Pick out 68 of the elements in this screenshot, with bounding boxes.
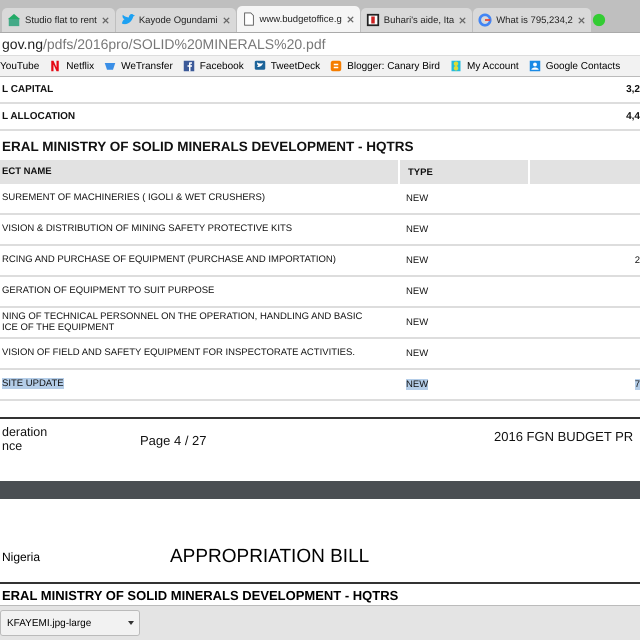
bookmark-icon <box>49 60 62 72</box>
total-label: L CAPITAL <box>2 84 54 95</box>
page-number: Page 4 / 27 <box>140 432 208 448</box>
tab-favicon-icon <box>242 12 256 26</box>
tab-favicon-icon <box>592 13 606 27</box>
table-cell: VISION & DISTRIBUTION OF MINING SAFETY PROTECTIVE KITS <box>2 223 292 234</box>
table-cell: NEW <box>406 286 428 297</box>
tab-title: Studio flat to rent <box>25 14 97 26</box>
close-icon[interactable] <box>346 14 355 24</box>
bookmark[interactable]: Google Contacts <box>528 60 620 72</box>
footer-text: deration nce <box>2 425 48 453</box>
tab-title: What is 795,234,2 <box>496 14 573 26</box>
close-icon[interactable] <box>100 16 110 24</box>
table-cell: SUREMENT OF MACHINERIES ( IGOLI & WET CRUSHERS) <box>2 192 266 204</box>
table-cell: 7 <box>634 379 640 390</box>
table-cell: 2 <box>634 255 640 266</box>
total-label: L ALLOCATION <box>2 111 76 122</box>
table-cell: NEW <box>406 379 428 390</box>
bookmark[interactable]: Facebook <box>182 60 244 72</box>
tab-favicon-icon <box>7 13 21 27</box>
browser-tab[interactable]: Buhari's aide, Ita <box>360 8 472 32</box>
bookmark[interactable]: My Account <box>450 60 519 72</box>
table-cell: GERATION OF EQUIPMENT TO SUIT PURPOSE <box>2 285 214 296</box>
table-cell: VISION OF FIELD AND SAFETY EQUIPMENT FOR INSPECTORATE ACTIVITIES. <box>2 347 355 358</box>
column-header: TYPE <box>398 160 528 184</box>
tab-favicon-icon <box>366 13 380 27</box>
table-cell: RCING AND PURCHASE OF EQUIPMENT (PURCHASE AND IMPORTATION) <box>2 254 336 266</box>
page-title: APPROPRIATION BILL <box>170 546 370 568</box>
header-text: Nigeria <box>1 550 42 564</box>
section-title: ERAL MINISTRY OF SOLID MINERALS DEVELOPMENT - HQTRS <box>1 587 400 605</box>
table-cell: NING OF TECHNICAL PERSONNEL ON THE OPERATION, HANDLING AND BASIC ICE OF THE EQUIPMENT <box>2 310 362 332</box>
bookmark[interactable]: TweetDeck <box>254 60 320 72</box>
bookmark-icon <box>104 60 116 72</box>
download-filename: KFAYEMI.jpg-large <box>7 618 92 628</box>
table-cell: NEW <box>406 348 428 359</box>
total-value: 4,4 <box>626 111 640 122</box>
bookmark-icon <box>330 60 342 72</box>
close-icon[interactable] <box>458 16 468 24</box>
close-icon[interactable] <box>222 16 231 24</box>
bookmark-icon <box>254 60 266 72</box>
tab-title: Kayode Ogundami <box>138 14 218 26</box>
bookmark-icon <box>450 60 462 72</box>
section-title: ERAL MINISTRY OF SOLID MINERALS DEVELOPMENT - HQTRS <box>1 138 415 156</box>
footer-text: 2016 FGN BUDGET PR <box>494 428 634 444</box>
bookmark[interactable]: WeTransfer <box>104 60 173 72</box>
bookmark-icon <box>182 60 195 72</box>
tab-title: Buhari's aide, Ita <box>384 14 454 26</box>
bookmark[interactable]: Blogger: Canary Bird <box>330 60 440 72</box>
bookmark[interactable]: YouTube <box>0 60 40 72</box>
browser-tab[interactable]: Studio flat to rent <box>2 8 115 32</box>
table-cell: NEW <box>406 224 428 235</box>
browser-tab[interactable]: What is 795,234,2 <box>473 8 591 32</box>
tab-title: www.budgetoffice.g <box>260 14 342 24</box>
table-cell: NEW <box>406 193 428 204</box>
table-cell: NEW <box>406 255 428 266</box>
browser-tab[interactable]: www.budgetoffice.g <box>236 6 360 32</box>
download-item[interactable]: KFAYEMI.jpg-large <box>0 610 140 636</box>
bookmark-icon <box>528 60 541 72</box>
tab-favicon-icon <box>120 13 135 27</box>
browser-tab[interactable]: Kayode Ogundami <box>116 8 236 32</box>
table-cell: SITE UPDATE <box>2 378 64 390</box>
caret-icon[interactable] <box>128 621 134 625</box>
table-cell: NEW <box>406 317 428 328</box>
bookmark[interactable]: Netflix <box>49 60 94 72</box>
tab-favicon-icon <box>478 13 492 27</box>
column-header: ECT NAME <box>1 164 53 179</box>
close-icon[interactable] <box>576 16 586 24</box>
total-value: 3,2 <box>626 84 640 95</box>
